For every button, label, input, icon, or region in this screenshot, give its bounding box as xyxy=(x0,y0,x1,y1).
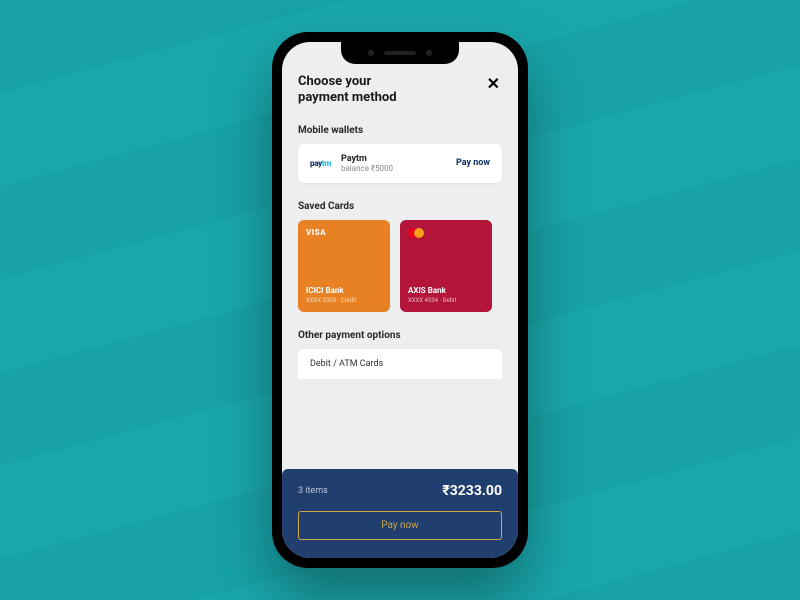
cart-total: ₹3233.00 xyxy=(442,483,502,499)
card-bank: AXIS Bank xyxy=(408,286,484,295)
saved-card-icici[interactable]: VISA ICICI Bank XXXX 5308 · Credit xyxy=(298,220,390,312)
cart-items-count: 3 items xyxy=(298,486,328,496)
saved-card-axis[interactable]: AXIS Bank XXXX 4534 · Debit xyxy=(400,220,492,312)
checkout-footer: 3 items ₹3233.00 Pay now xyxy=(282,469,518,558)
close-icon[interactable]: ✕ xyxy=(485,74,502,93)
card-bank: ICICI Bank xyxy=(306,286,382,295)
card-number: XXXX 4534 · Debit xyxy=(408,297,484,304)
mastercard-brand-icon xyxy=(408,228,484,238)
saved-cards-row: VISA ICICI Bank XXXX 5308 · Credit AXIS … xyxy=(298,220,502,312)
page-title: Choose your payment method xyxy=(298,74,397,107)
pay-now-button[interactable]: Pay now xyxy=(298,511,502,540)
wallet-paytm[interactable]: paytm Paytm balance ₹5000 Pay now xyxy=(298,144,502,183)
title-line-1: Choose your xyxy=(298,74,397,90)
other-option-debit[interactable]: Debit / ATM Cards xyxy=(298,349,502,379)
paytm-logo-icon: paytm xyxy=(310,159,331,168)
wallet-name: Paytm xyxy=(341,154,393,164)
title-line-2: payment method xyxy=(298,90,397,106)
card-number: XXXX 5308 · Credit xyxy=(306,297,382,304)
section-other-label: Other payment options xyxy=(298,330,502,341)
phone-frame: Choose your payment method ✕ Mobile wall… xyxy=(272,32,528,568)
visa-brand-icon: VISA xyxy=(306,228,382,237)
section-wallets-label: Mobile wallets xyxy=(298,125,502,136)
wallet-balance: balance ₹5000 xyxy=(341,164,393,173)
screen: Choose your payment method ✕ Mobile wall… xyxy=(282,42,518,558)
wallet-paynow-link[interactable]: Pay now xyxy=(456,158,490,168)
section-saved-label: Saved Cards xyxy=(298,201,502,212)
notch xyxy=(341,42,459,64)
